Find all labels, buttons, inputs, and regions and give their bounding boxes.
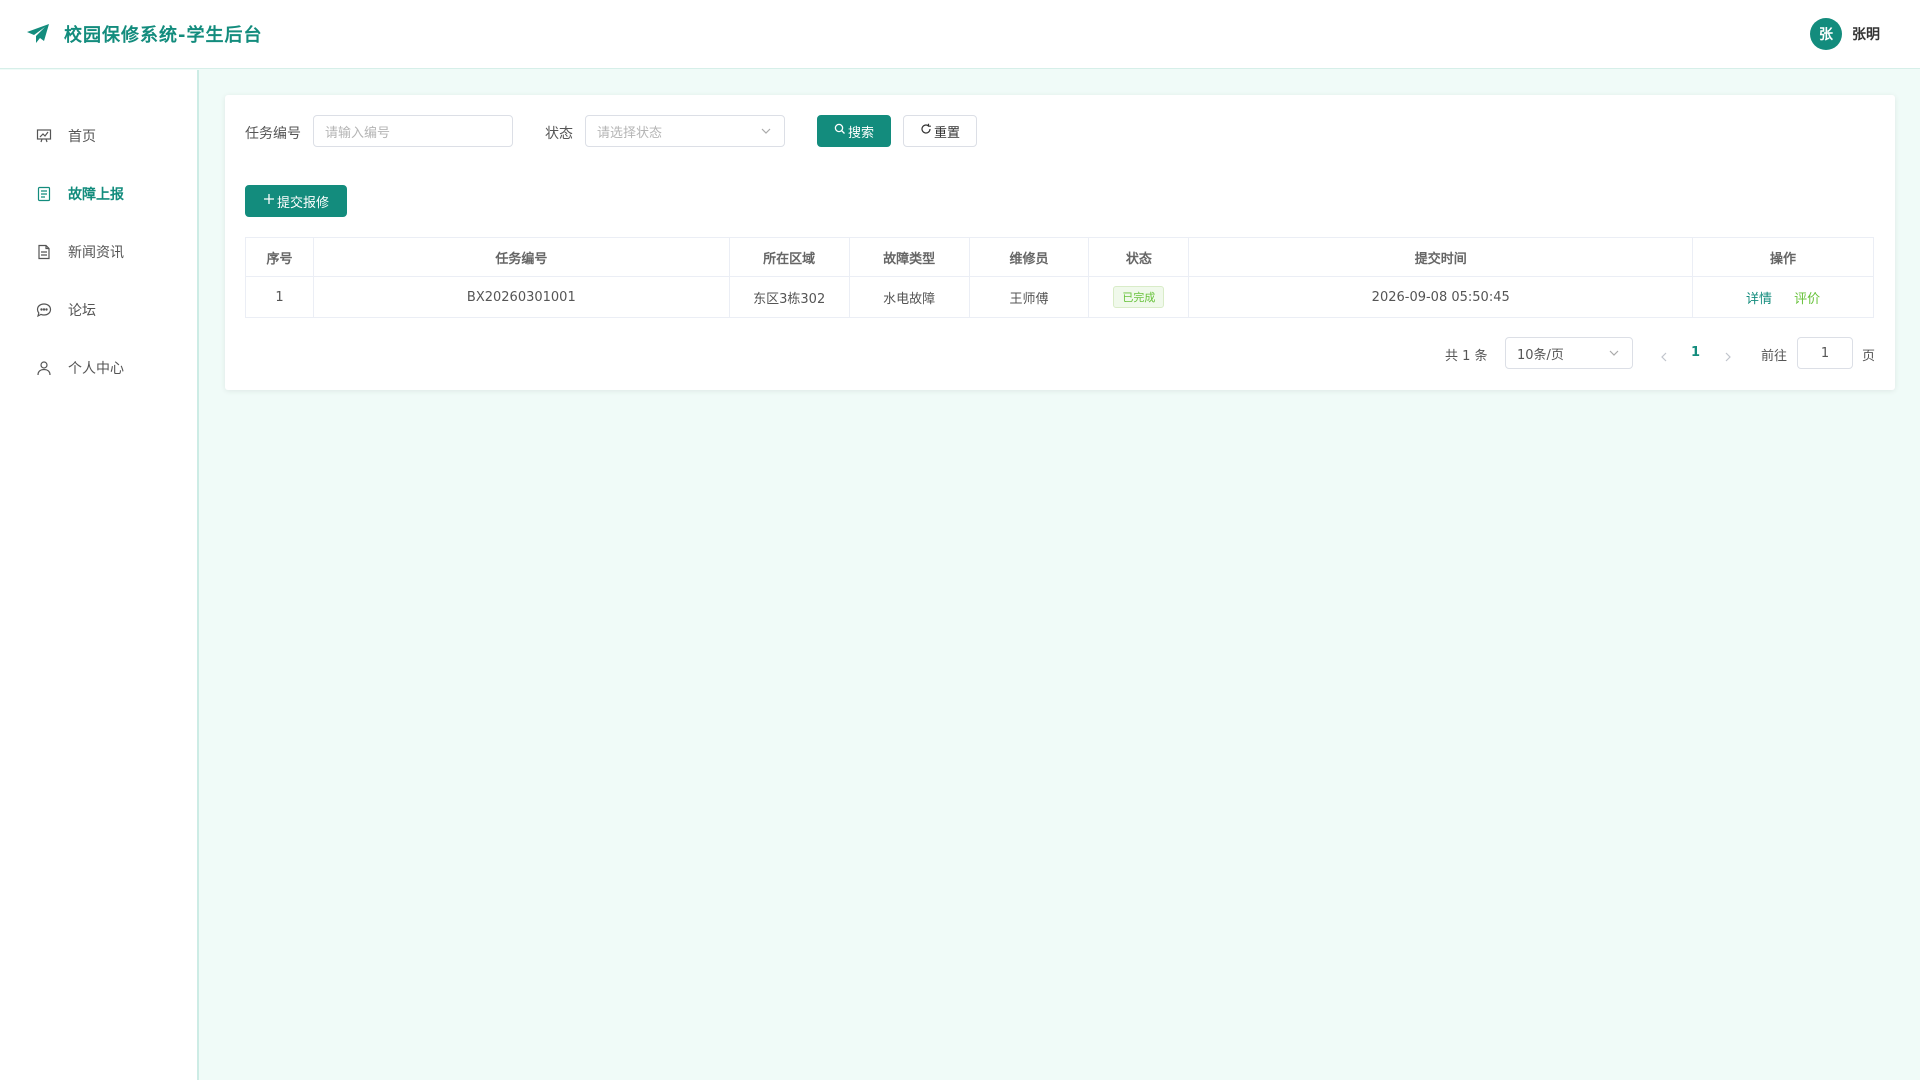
sidebar-item-label: 新闻资讯 [68, 245, 124, 261]
submit-repair-label: 提交报修 [276, 195, 329, 211]
sidebar-item-forum[interactable]: 论坛 [0, 290, 197, 330]
column-header: 操作 [1692, 237, 1874, 277]
chevron-down-icon [760, 125, 772, 137]
column-header: 序号 [245, 237, 314, 277]
detail-link[interactable]: 详情 [1746, 292, 1772, 307]
goto-label: 前往 [1761, 349, 1788, 364]
column-header: 所在区域 [728, 237, 850, 277]
sidebar-item-home[interactable]: 首页 [0, 116, 197, 156]
news-document-icon [35, 243, 53, 261]
cell-actions: 详情 评价 [1692, 276, 1874, 318]
column-header: 提交时间 [1188, 237, 1694, 277]
cell-status: 已完成 [1088, 276, 1190, 318]
app-title: 校园保修系统-学生后台 [64, 25, 263, 46]
sidebar-item-fault-report[interactable]: 故障上报 [0, 174, 197, 214]
prev-page-icon[interactable] [1658, 348, 1672, 362]
sidebar: 首页 故障上报 新闻资讯 论坛 个人中心 [0, 70, 199, 1080]
page-size-select[interactable]: 10条/页 [1505, 337, 1633, 369]
rate-link[interactable]: 评价 [1794, 292, 1820, 307]
repair-table: 序号 任务编号 所在区域 故障类型 维修员 状态 提交时间 操作 1 BX202… [245, 237, 1874, 318]
plus-icon [263, 193, 277, 209]
sidebar-item-label: 故障上报 [68, 187, 124, 203]
avatar[interactable]: 张 [1810, 18, 1842, 50]
goto-page-input[interactable]: 1 [1797, 337, 1853, 369]
page-number-current[interactable]: 1 [1691, 345, 1700, 360]
column-header: 任务编号 [312, 237, 730, 277]
column-header: 维修员 [968, 237, 1090, 277]
task-no-label: 任务编号 [245, 126, 301, 142]
status-label: 状态 [545, 126, 573, 142]
page-suffix: 页 [1862, 349, 1876, 364]
submit-repair-button[interactable]: 提交报修 [245, 185, 347, 217]
page-size-value: 10条/页 [1517, 347, 1564, 363]
main-panel: 任务编号 请输入编号 状态 请选择状态 搜索 重置 提交报修 序号 任务编号 所… [225, 95, 1895, 390]
reset-button[interactable]: 重置 [903, 115, 977, 147]
column-header: 故障类型 [848, 237, 970, 277]
cell-repairer: 王师傅 [968, 276, 1090, 318]
sidebar-item-label: 个人中心 [68, 361, 124, 377]
document-icon [35, 185, 53, 203]
table-row: 1 BX20260301001 东区3栋302 水电故障 王师傅 已完成 202… [245, 276, 1874, 318]
presentation-chart-icon [35, 127, 53, 145]
refresh-icon [920, 123, 934, 139]
table-header-row: 序号 任务编号 所在区域 故障类型 维修员 状态 提交时间 操作 [245, 237, 1874, 277]
user-menu[interactable]: 张 张明 [1810, 18, 1880, 50]
cell-submit-time: 2026-09-08 05:50:45 [1188, 276, 1694, 318]
task-no-input[interactable]: 请输入编号 [313, 115, 513, 147]
next-page-icon[interactable] [1722, 348, 1736, 362]
cell-task-no: BX20260301001 [312, 276, 730, 318]
sidebar-item-label: 首页 [68, 129, 96, 145]
chevron-down-icon [1608, 347, 1620, 359]
reset-button-label: 重置 [933, 125, 960, 141]
column-header: 状态 [1088, 237, 1190, 277]
user-name[interactable]: 张明 [1852, 24, 1880, 44]
sidebar-item-label: 论坛 [68, 303, 96, 319]
cell-fault-type: 水电故障 [848, 276, 970, 318]
status-badge: 已完成 [1113, 286, 1165, 308]
search-icon [834, 123, 848, 139]
cell-area: 东区3栋302 [728, 276, 850, 318]
pagination-total: 共 1 条 [1445, 349, 1488, 364]
chat-bubble-icon [35, 301, 53, 319]
search-button-label: 搜索 [847, 125, 874, 141]
status-select[interactable]: 请选择状态 [585, 115, 785, 147]
sidebar-item-news[interactable]: 新闻资讯 [0, 232, 197, 272]
top-header: 校园保修系统-学生后台 张 张明 [0, 0, 1920, 69]
sidebar-item-profile[interactable]: 个人中心 [0, 348, 197, 388]
status-select-placeholder: 请选择状态 [597, 125, 663, 141]
cell-index: 1 [245, 276, 314, 318]
search-button[interactable]: 搜索 [817, 115, 891, 147]
paper-plane-icon [26, 22, 50, 46]
user-icon [35, 359, 53, 377]
